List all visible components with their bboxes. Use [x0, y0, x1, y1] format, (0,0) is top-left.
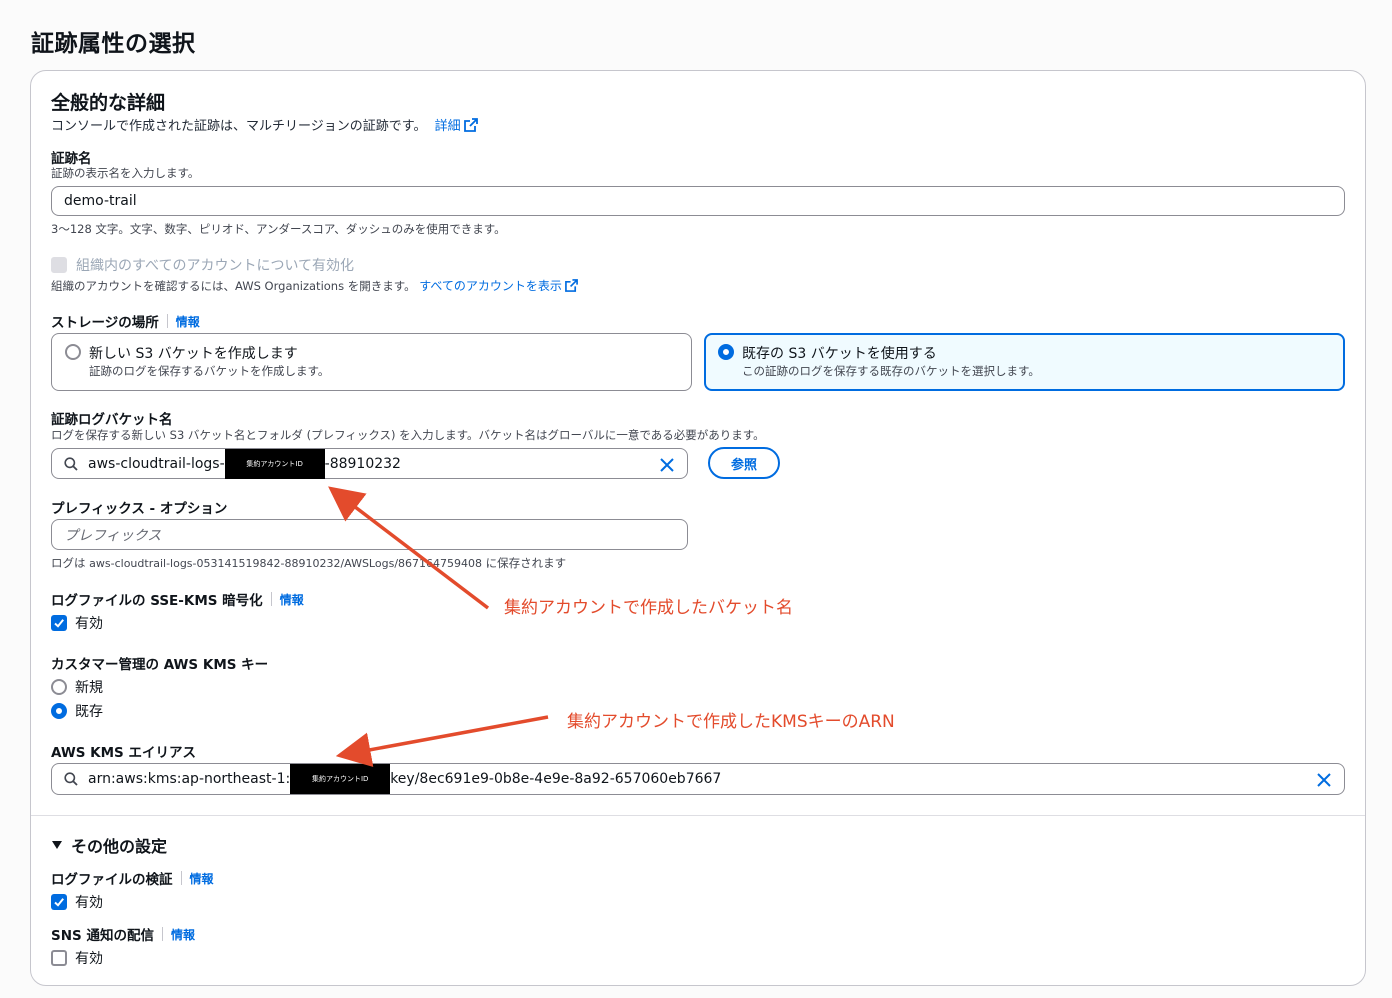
annotation-kms-note: 集約アカウントで作成したKMSキーのARN: [567, 712, 895, 732]
annotation-arrow-kms: [335, 715, 549, 768]
annotation-arrow-bucket: [328, 486, 490, 610]
annotation-arrows: [328, 486, 549, 768]
annotation-bucket-note: 集約アカウントで作成したバケット名: [504, 598, 793, 618]
